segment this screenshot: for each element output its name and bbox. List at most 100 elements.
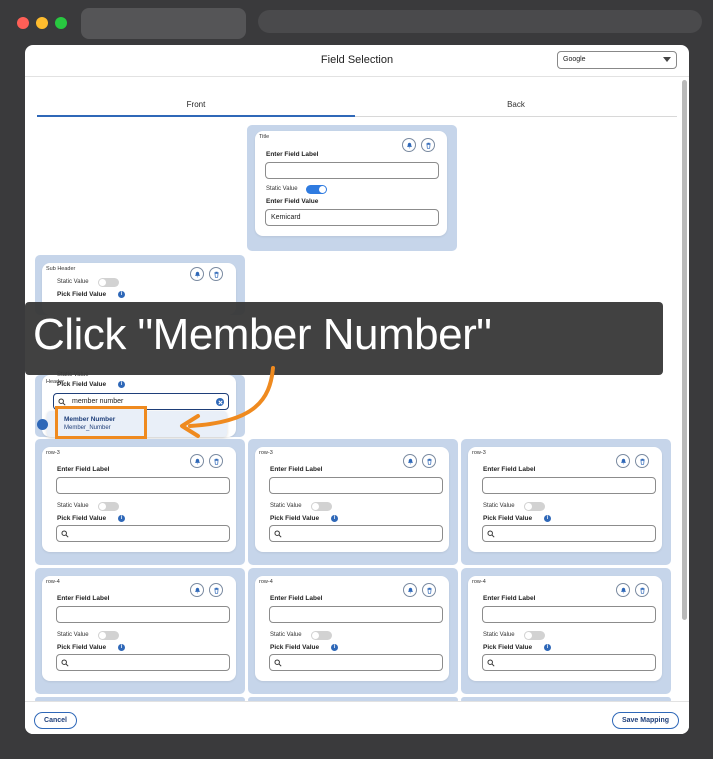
option-member-number[interactable]: Member Number Member_Number — [55, 406, 147, 439]
trash-icon[interactable] — [635, 583, 649, 597]
search-icon — [487, 659, 495, 667]
maximize-window-button[interactable] — [55, 17, 67, 29]
card-row: row-3 Enter Field Label Static Value Pic… — [468, 447, 662, 552]
static-value-label: Static Value — [57, 503, 89, 509]
pick-field-search[interactable] — [56, 525, 230, 542]
trash-icon[interactable] — [635, 454, 649, 468]
pick-field-search[interactable] — [269, 525, 443, 542]
info-icon[interactable]: i — [118, 515, 125, 522]
tab-front[interactable]: Front — [37, 97, 355, 117]
slot-title: Title Enter Field Label Static Value Ent… — [247, 125, 457, 251]
static-value-toggle[interactable] — [311, 631, 332, 640]
trash-icon[interactable] — [422, 583, 436, 597]
arrow-icon — [180, 366, 275, 438]
card-label: row-4 — [472, 579, 486, 585]
static-value-toggle[interactable] — [311, 502, 332, 511]
search-value: member number — [72, 398, 124, 405]
static-value-label: Static Value — [57, 632, 89, 638]
static-value-label: Static Value — [483, 632, 515, 638]
info-icon[interactable]: i — [331, 644, 338, 651]
bell-icon[interactable] — [190, 454, 204, 468]
static-value-toggle[interactable] — [98, 631, 119, 640]
field-selection-modal: Field Selection Google Front Back Title … — [25, 45, 689, 734]
bell-icon[interactable] — [190, 583, 204, 597]
card-row: row-3 Enter Field Label Static Value Pic… — [42, 447, 236, 552]
bell-icon[interactable] — [402, 138, 416, 152]
field-value-caption: Enter Field Value — [266, 198, 319, 205]
side-tabs: Front Back — [37, 97, 677, 117]
field-label-input[interactable] — [482, 477, 656, 494]
field-label-input[interactable] — [56, 477, 230, 494]
bell-icon[interactable] — [403, 454, 417, 468]
info-icon[interactable]: i — [544, 644, 551, 651]
trash-icon[interactable] — [422, 454, 436, 468]
static-value-toggle[interactable] — [98, 502, 119, 511]
close-window-button[interactable] — [17, 17, 29, 29]
static-value-toggle[interactable] — [524, 502, 545, 511]
field-label-input[interactable] — [269, 606, 443, 623]
field-value-input[interactable]: Kemicard — [265, 209, 439, 226]
field-label-input[interactable] — [265, 162, 439, 179]
pick-field-caption: Pick Field Value — [483, 515, 533, 522]
pick-field-caption: Pick Field Value — [57, 515, 107, 522]
field-label-input[interactable] — [56, 606, 230, 623]
source-select-value: Google — [563, 56, 586, 63]
scrollbar[interactable] — [682, 80, 687, 620]
address-bar[interactable] — [258, 10, 702, 33]
minimize-window-button[interactable] — [36, 17, 48, 29]
pick-field-caption: Pick Field Value — [483, 644, 533, 651]
source-select[interactable]: Google — [557, 51, 677, 69]
card-label: row-3 — [259, 450, 273, 456]
trash-icon[interactable] — [209, 454, 223, 468]
card-row: row-4 Enter Field Label Static Value Pic… — [468, 576, 662, 681]
card-title: Title Enter Field Label Static Value Ent… — [255, 131, 447, 236]
bell-icon[interactable] — [616, 454, 630, 468]
info-icon[interactable]: i — [331, 515, 338, 522]
field-label-caption: Enter Field Label — [266, 151, 319, 158]
field-label-caption: Enter Field Label — [57, 466, 110, 473]
search-icon — [58, 398, 66, 406]
card-row: row-3 Enter Field Label Static Value Pic… — [255, 447, 449, 552]
slot-row-4-2: row-4 Enter Field Label Static Value Pic… — [248, 568, 458, 694]
info-icon[interactable]: i — [118, 381, 125, 388]
card-label: row-4 — [46, 579, 60, 585]
static-value-toggle[interactable] — [524, 631, 545, 640]
info-icon[interactable]: i — [118, 291, 125, 298]
field-label-caption: Enter Field Label — [57, 595, 110, 602]
bell-icon[interactable] — [616, 583, 630, 597]
bell-icon[interactable] — [190, 267, 204, 281]
static-value-label: Static Value — [483, 503, 515, 509]
trash-icon[interactable] — [209, 267, 223, 281]
static-value-toggle[interactable] — [98, 278, 119, 287]
field-label-caption: Enter Field Label — [270, 595, 323, 602]
trash-icon[interactable] — [209, 583, 223, 597]
info-icon[interactable]: i — [544, 515, 551, 522]
cancel-button[interactable]: Cancel — [34, 712, 77, 729]
card-label: row-4 — [259, 579, 273, 585]
pick-field-caption: Pick Field Value — [57, 291, 107, 298]
chevron-down-icon — [663, 57, 671, 62]
pick-field-caption: Pick Field Value — [270, 515, 320, 522]
pick-field-search[interactable] — [482, 654, 656, 671]
static-value-toggle[interactable] — [306, 185, 327, 194]
field-label-input[interactable] — [482, 606, 656, 623]
pick-field-search[interactable] — [56, 654, 230, 671]
bell-icon[interactable] — [403, 583, 417, 597]
slot-row-4-1: row-4 Enter Field Label Static Value Pic… — [35, 568, 245, 694]
modal-footer: Cancel Save Mapping — [25, 701, 689, 734]
tab-back[interactable]: Back — [355, 97, 677, 117]
card-label: row-3 — [46, 450, 60, 456]
info-icon[interactable]: i — [118, 644, 125, 651]
static-value-label: Static Value — [266, 186, 298, 192]
save-mapping-button[interactable]: Save Mapping — [612, 712, 679, 729]
trash-icon[interactable] — [421, 138, 435, 152]
browser-tab[interactable] — [81, 8, 246, 39]
field-label-input[interactable] — [269, 477, 443, 494]
pick-field-search[interactable] — [269, 654, 443, 671]
pick-field-search[interactable] — [482, 525, 656, 542]
instruction-callout: Click "Member Number" — [25, 302, 663, 375]
card-label: Title — [259, 134, 270, 140]
field-label-caption: Enter Field Label — [270, 466, 323, 473]
card-label: Sub Header — [46, 266, 76, 272]
slot-row-4-3: row-4 Enter Field Label Static Value Pic… — [461, 568, 671, 694]
